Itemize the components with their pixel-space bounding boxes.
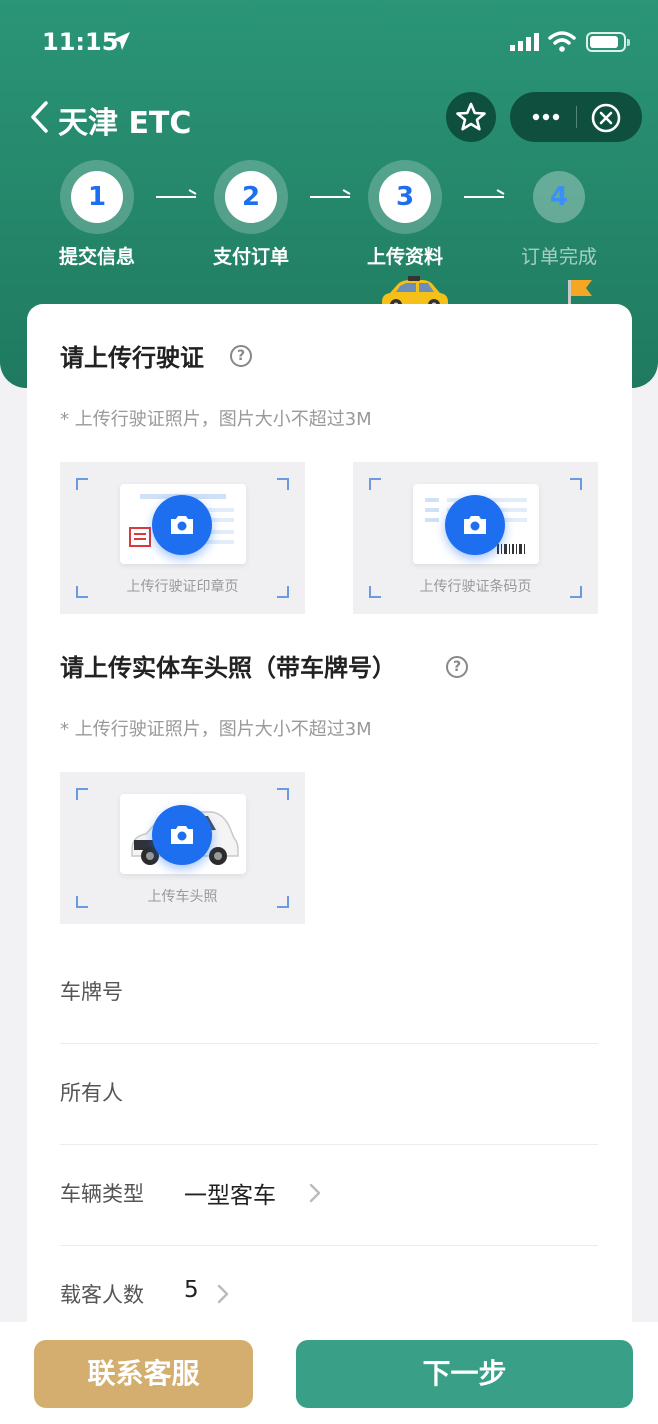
step-arrow-icon (156, 196, 196, 198)
step-number: 4 (533, 171, 585, 223)
step-arrow-icon (310, 196, 350, 198)
more-dots-icon[interactable] (526, 102, 566, 132)
car-front-hint: * 上传行驶证照片，图片大小不超过3M (60, 719, 372, 740)
camera-button[interactable] (152, 495, 212, 555)
upload-license-barcode[interactable]: 上传行驶证条码页 (353, 462, 598, 614)
cellular-signal-icon (510, 33, 539, 51)
next-step-button[interactable]: 下一步 (296, 1340, 633, 1408)
step-label: 订单完成 (520, 246, 597, 268)
license-hint: * 上传行驶证照片，图片大小不超过3M (60, 409, 372, 430)
step-submit-info: 1 提交信息 (38, 160, 158, 270)
camera-icon (171, 516, 193, 534)
back-chevron-icon[interactable] (28, 100, 52, 134)
step-ring: 4 (522, 160, 596, 234)
upload-label: 上传行驶证条码页 (419, 579, 532, 595)
field-value[interactable]: 一型客车 (184, 1176, 276, 1210)
step-ring: 1 (60, 160, 134, 234)
frame-corner (369, 478, 381, 490)
favorite-button[interactable] (446, 92, 496, 142)
capsule-divider (576, 106, 577, 128)
nav-bar: 天津 ETC (0, 88, 658, 144)
frame-corner (76, 478, 88, 490)
camera-icon (171, 826, 193, 844)
miniprogram-capsule (510, 92, 642, 142)
wifi-icon (548, 31, 576, 52)
location-arrow-icon (112, 32, 130, 50)
plate-number-field[interactable]: 车牌号 (60, 944, 598, 1044)
step-number: 3 (379, 171, 431, 223)
close-circle-icon[interactable] (590, 102, 622, 134)
status-time: 11:15 (42, 28, 119, 56)
field-value[interactable]: 5 (184, 1277, 199, 1303)
section-title-license: 请上传行驶证 (60, 344, 204, 372)
step-ring: 3 (368, 160, 442, 234)
field-label: 车牌号 (60, 980, 123, 1004)
upload-label: 上传车头照 (147, 889, 218, 905)
chevron-right-icon (217, 1284, 229, 1304)
page-title: 天津 ETC (58, 106, 192, 141)
field-label: 所有人 (60, 1081, 123, 1105)
camera-button[interactable] (152, 805, 212, 865)
help-icon[interactable]: ? (230, 345, 252, 367)
step-arrow-icon (464, 196, 504, 198)
upload-license-seal[interactable]: 上传行驶证印章页 (60, 462, 305, 614)
progress-steps: 1 提交信息 2 支付订单 3 上传资料 4 订单完成 (0, 160, 658, 270)
step-ring: 2 (214, 160, 288, 234)
section-title-car-front: 请上传实体车头照（带车牌号） (60, 654, 396, 682)
step-label: 提交信息 (58, 246, 135, 268)
camera-button[interactable] (445, 495, 505, 555)
help-icon[interactable]: ? (446, 656, 468, 678)
step-upload-docs: 3 上传资料 (346, 160, 466, 270)
step-pay-order: 2 支付订单 (192, 160, 312, 270)
step-number: 2 (225, 171, 277, 223)
frame-corner (277, 478, 289, 490)
star-icon (456, 102, 486, 131)
upload-car-front[interactable]: 上传车头照 (60, 772, 305, 924)
vehicle-type-field[interactable]: 车辆类型 一型客车 (60, 1146, 598, 1246)
status-bar: 11:15 (0, 0, 658, 84)
frame-corner (76, 788, 88, 800)
step-order-complete: 4 订单完成 (500, 160, 620, 270)
owner-field[interactable]: 所有人 (60, 1045, 598, 1145)
upload-label: 上传行驶证印章页 (126, 579, 239, 595)
field-label: 载客人数 (60, 1283, 144, 1307)
bottom-action-bar: 联系客服 下一步 (0, 1322, 658, 1424)
step-number: 1 (71, 171, 123, 223)
battery-icon (586, 32, 630, 52)
contact-service-button[interactable]: 联系客服 (34, 1340, 253, 1408)
frame-corner (277, 788, 289, 800)
step-label: 上传资料 (366, 246, 443, 268)
field-label: 车辆类型 (60, 1182, 144, 1206)
chevron-right-icon (309, 1183, 321, 1203)
camera-icon (464, 516, 486, 534)
frame-corner (570, 478, 582, 490)
step-label: 支付订单 (212, 246, 289, 268)
